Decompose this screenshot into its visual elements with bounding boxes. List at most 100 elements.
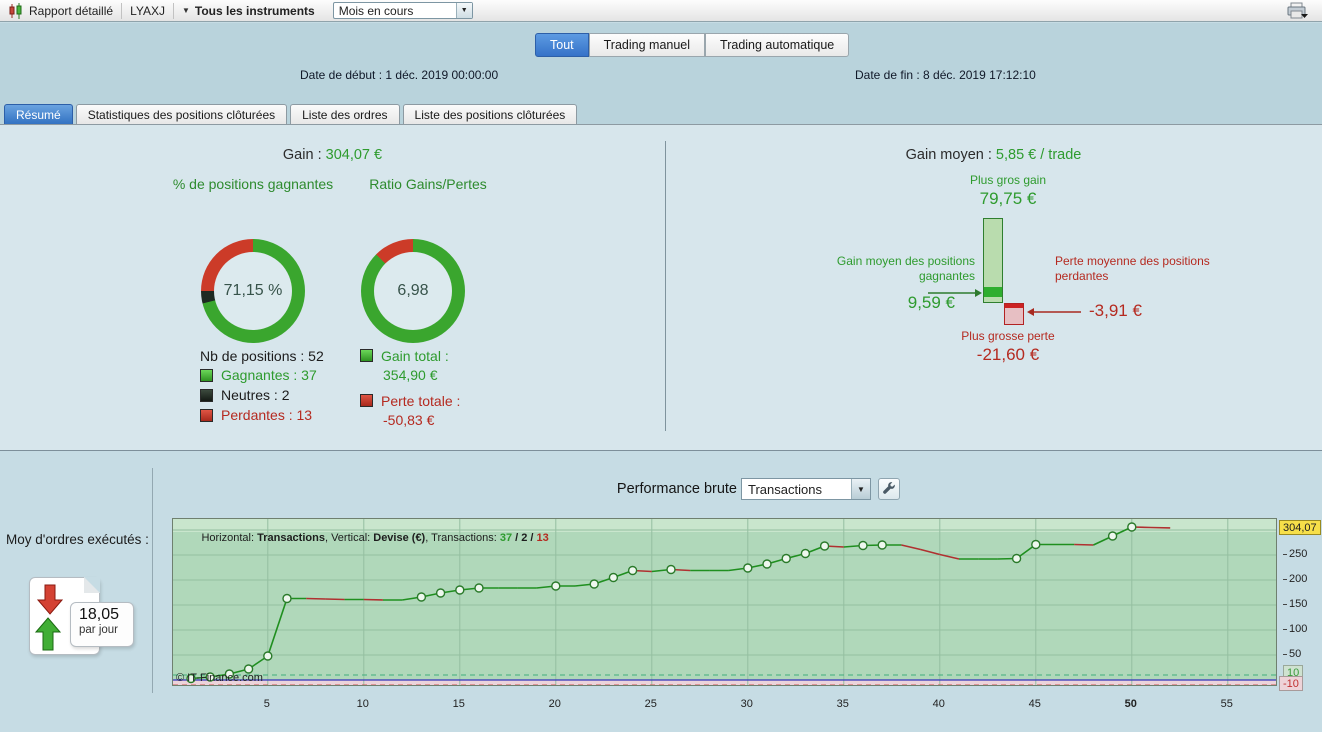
red-swatch-icon [360,394,373,407]
summary-panel: Gain : 304,07 € % de positions gagnantes… [0,124,1322,451]
x-tick-label: 40 [932,698,945,710]
tab-liste-positions[interactable]: Liste des positions clôturées [402,104,578,125]
chevron-down-icon: ▼ [455,3,472,18]
donut-ratio-gains-pertes: 6,98 [361,239,465,343]
moy-ordres-label: Moy d'ordres exécutés : [6,532,149,547]
sidebar-divider [152,468,153,693]
green-swatch-icon [360,349,373,362]
gain-total-label: Gain total : [381,348,449,364]
orders-per-day-value: 18,05 [79,606,120,623]
legend-label: Gagnantes : 37 [221,367,317,383]
tab-trading-manuel[interactable]: Trading manuel [588,33,706,57]
orders-per-day-unit: par jour [79,624,118,636]
performance-chart[interactable]: Horizontal: Transactions, Vertical: Devi… [172,518,1277,686]
gain-moyen-gagnantes-value: 9,59 € [907,293,955,312]
y-tick-label: 200 [1283,573,1307,585]
perte-moyenne-value: -3,91 € [1089,301,1142,320]
green-swatch-icon [200,368,213,382]
instruments-menu-label: Tous les instruments [194,3,315,18]
arrow-left-icon [1027,308,1081,316]
instrument-label: LYAXJ [130,3,165,18]
page-fold [84,577,100,593]
report-menu-button[interactable]: Rapport détaillé [0,0,121,21]
performance-section: Performance brute Transactions ▼ Moy d'o… [0,452,1322,732]
legend-label: Perdantes : 13 [221,407,313,423]
gain-moyen-gagnantes-label: Gain moyen des positions gagnantes [836,254,975,283]
x-tick-label: 35 [836,698,849,710]
chart-settings-button[interactable] [878,478,900,500]
y-tick-label: 150 [1283,598,1307,610]
current-value-badge: 304,07 [1279,520,1321,535]
summary-right: Gain moyen : 5,85 € / trade Plus gros ga… [665,125,1322,450]
gain-moyen-marker [984,287,1002,297]
donut-ratio-value: 6,98 [397,282,429,299]
donut-ratio-title: Ratio Gains/Pertes [369,176,487,192]
performance-axis-select[interactable]: Transactions ▼ [741,478,871,500]
donut-pct-value: 71,15 % [223,282,283,299]
x-tick-label: 20 [548,698,561,710]
print-button[interactable] [1284,1,1312,20]
perte-bar [1004,303,1024,325]
donut-pct-gagnantes: 71,15 % [201,239,305,343]
tab-resume[interactable]: Résumé [4,104,73,125]
gain-bar [983,218,1003,303]
report-window: Rapport détaillé LYAXJ ▼ Tous les instru… [0,0,1322,732]
gain-title: Gain : 304,07 € [0,147,665,163]
y-tick-label: 100 [1283,623,1307,635]
x-tick-label: 30 [740,698,753,710]
tab-liste-ordres[interactable]: Liste des ordres [290,104,400,125]
gain-moyen-value: 5,85 € / trade [995,147,1082,163]
gain-moyen-title: Gain moyen : 5,85 € / trade [665,147,1322,163]
toolbar: Rapport détaillé LYAXJ ▼ Tous les instru… [0,0,1322,22]
legend-gagnantes: Gagnantes : 37 [200,367,317,383]
summary-left: Gain : 304,07 € % de positions gagnantes… [0,125,665,450]
section-tabs: Résumé Statistiques des positions clôtur… [4,104,578,125]
x-tick-label: 5 [263,698,270,710]
perte-moyenne-label: Perte moyenne des positions perdantes [1055,254,1210,283]
plus-grosse-perte-label: Plus grosse perte [961,329,1055,343]
plus-gros-gain-value: 79,75 € [979,189,1037,208]
plus-gros-gain-label: Plus gros gain [969,173,1047,187]
date-start: Date de début : 1 déc. 2019 00:00:00 [300,68,499,82]
performance-title: Performance brute [616,481,737,497]
x-tick-label: 45 [1028,698,1041,710]
x-tick-label: 50 [1124,698,1137,710]
tab-trading-automatique[interactable]: Trading automatique [705,33,850,57]
tab-tout[interactable]: Tout [535,33,589,57]
legend-perdantes: Perdantes : 13 [200,407,312,423]
chevron-down-icon: ▼ [851,479,870,499]
gain-moyen-label: Gain moyen : [905,147,996,163]
date-end: Date de fin : 8 déc. 2019 17:12:10 [855,68,1036,82]
copyright-label: © IT-Finance.com [176,672,263,684]
candlestick-icon [8,2,24,19]
chart-info-strip: Horizontal: Transactions, Vertical: Devi… [201,532,549,544]
instrument-button[interactable]: LYAXJ [122,0,173,21]
x-tick-label: 10 [356,698,369,710]
tab-statistiques[interactable]: Statistiques des positions clôturées [75,104,288,125]
chevron-down-icon: ▼ [181,6,190,15]
perte-totale-value: -50,83 € [383,412,435,428]
plus-grosse-perte-value: -21,60 € [976,345,1040,364]
performance-axis-value: Transactions [748,481,822,497]
instruments-menu-button[interactable]: ▼ Tous les instruments [174,0,323,21]
dark-swatch-icon [200,388,213,402]
report-title: Rapport détaillé [29,3,114,18]
x-tick-label: 25 [644,698,657,710]
gain-value: 304,07 € [325,147,383,163]
gain-total-row: Gain total : [360,348,449,364]
gain-total-value: 354,90 € [383,367,438,383]
wrench-icon [883,482,895,494]
x-tick-label: 15 [452,698,465,710]
period-select[interactable]: Mois en cours ▼ [332,2,473,19]
perte-totale-label: Perte totale : [381,393,461,409]
donut-pct-title: % de positions gagnantes [172,176,334,192]
y-tick-label: 50 [1283,648,1301,660]
arrow-down-icon [37,584,63,615]
gain-label: Gain : [282,147,326,163]
legend-label: Neutres : 2 [221,387,290,403]
orders-per-day: 18,05 par jour [70,602,134,647]
arrow-up-icon [35,617,61,651]
legend-neutres: Neutres : 2 [200,387,289,403]
y-tick-label: 250 [1283,548,1307,560]
lower-threshold-badge: -10 [1279,676,1303,691]
